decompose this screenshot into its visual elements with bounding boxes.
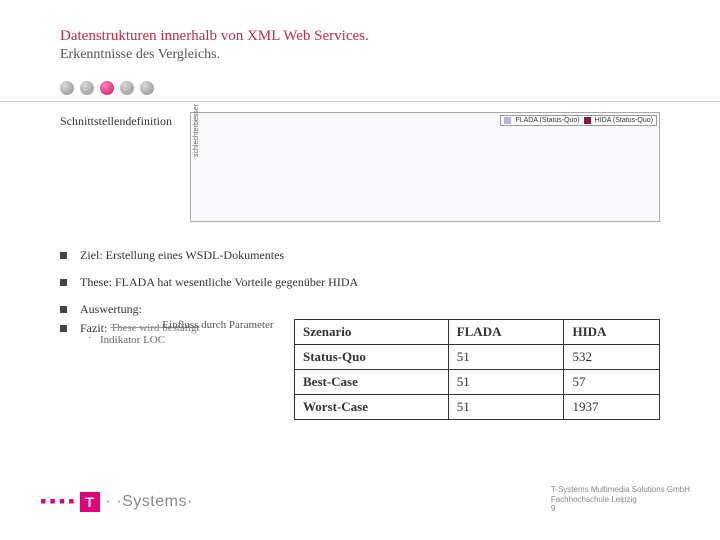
chart-yaxis-bottom: schlechter bbox=[193, 125, 200, 157]
table-cell: Best-Case bbox=[295, 370, 449, 395]
bullet-list: Ziel: Erstellung eines WSDL-Dokumentes T… bbox=[60, 242, 660, 323]
chart-yaxis-top: besser bbox=[193, 104, 200, 125]
dot-5 bbox=[140, 81, 154, 95]
table-cell: 51 bbox=[448, 370, 564, 395]
table-cell: Worst-Case bbox=[295, 395, 449, 420]
comparison-chart: FLADA (Status-Quo) HIDA (Status-Quo) sch… bbox=[190, 112, 660, 222]
footer-line-2: Fachhochschule Leipzig bbox=[551, 495, 690, 505]
logo-dots-icon: ▪ ▪ ▪ ▪ bbox=[40, 491, 74, 512]
legend-label-flada: FLADA (Status-Quo) bbox=[515, 117, 579, 124]
table-row: Worst-Case511937 bbox=[295, 395, 660, 420]
table-cell: 532 bbox=[564, 345, 660, 370]
bullet-2: These: FLADA hat wesentliche Vorteile ge… bbox=[60, 269, 660, 296]
fazit-label: Fazit: bbox=[80, 321, 107, 335]
th-szenario: Szenario bbox=[295, 320, 449, 345]
th-hida: HIDA bbox=[564, 320, 660, 345]
logo-t-icon: T bbox=[80, 492, 100, 512]
th-flada: FLADA bbox=[448, 320, 564, 345]
sub-bullet-indikator: Indikator LOC bbox=[60, 334, 270, 346]
divider bbox=[0, 101, 720, 102]
brand-logo: ▪ ▪ ▪ ▪ T · ·Systems· bbox=[40, 491, 193, 512]
table-body: Status-Quo51532Best-Case5157Worst-Case51… bbox=[295, 345, 660, 420]
logo-text: · ·Systems· bbox=[106, 493, 193, 511]
dot-2 bbox=[80, 81, 94, 95]
slide-title: Datenstrukturen innerhalb von XML Web Se… bbox=[60, 28, 660, 45]
table-row: Best-Case5157 bbox=[295, 370, 660, 395]
table-cell: 1937 bbox=[564, 395, 660, 420]
table-row: Status-Quo51532 bbox=[295, 345, 660, 370]
progress-dots bbox=[60, 81, 660, 95]
legend-swatch-flada bbox=[504, 117, 511, 124]
table-header-row: Szenario FLADA HIDA bbox=[295, 320, 660, 345]
table-cell: 57 bbox=[564, 370, 660, 395]
table-cell: Status-Quo bbox=[295, 345, 449, 370]
footer: ▪ ▪ ▪ ▪ T · ·Systems· T-Systems Multimed… bbox=[0, 485, 720, 535]
dot-4 bbox=[120, 81, 134, 95]
section-label: Schnittstellendefinition bbox=[60, 112, 172, 129]
fazit-overlay: These wird bestätigt Einfluss durch Para… bbox=[110, 322, 199, 334]
bullet-1: Ziel: Erstellung eines WSDL-Dokumentes bbox=[60, 242, 660, 269]
footer-line-1: T-Systems Multimedia Solutions GmbH bbox=[551, 485, 690, 495]
chart-legend: FLADA (Status-Quo) HIDA (Status-Quo) bbox=[500, 115, 657, 126]
dot-1 bbox=[60, 81, 74, 95]
results-table: Szenario FLADA HIDA Status-Quo51532Best-… bbox=[294, 319, 660, 420]
footer-meta: T-Systems Multimedia Solutions GmbH Fach… bbox=[551, 485, 690, 514]
fazit-text: Einfluss durch Parameter bbox=[162, 319, 273, 331]
footer-page-number: 9 bbox=[551, 504, 690, 514]
table-cell: 51 bbox=[448, 395, 564, 420]
slide-subtitle: Erkenntnisse des Vergleichs. bbox=[60, 47, 660, 63]
chart-bars bbox=[235, 135, 653, 215]
legend-swatch-hida bbox=[584, 117, 591, 124]
table-cell: 51 bbox=[448, 345, 564, 370]
legend-label-hida: HIDA (Status-Quo) bbox=[595, 117, 653, 124]
dot-3-active bbox=[100, 81, 114, 95]
